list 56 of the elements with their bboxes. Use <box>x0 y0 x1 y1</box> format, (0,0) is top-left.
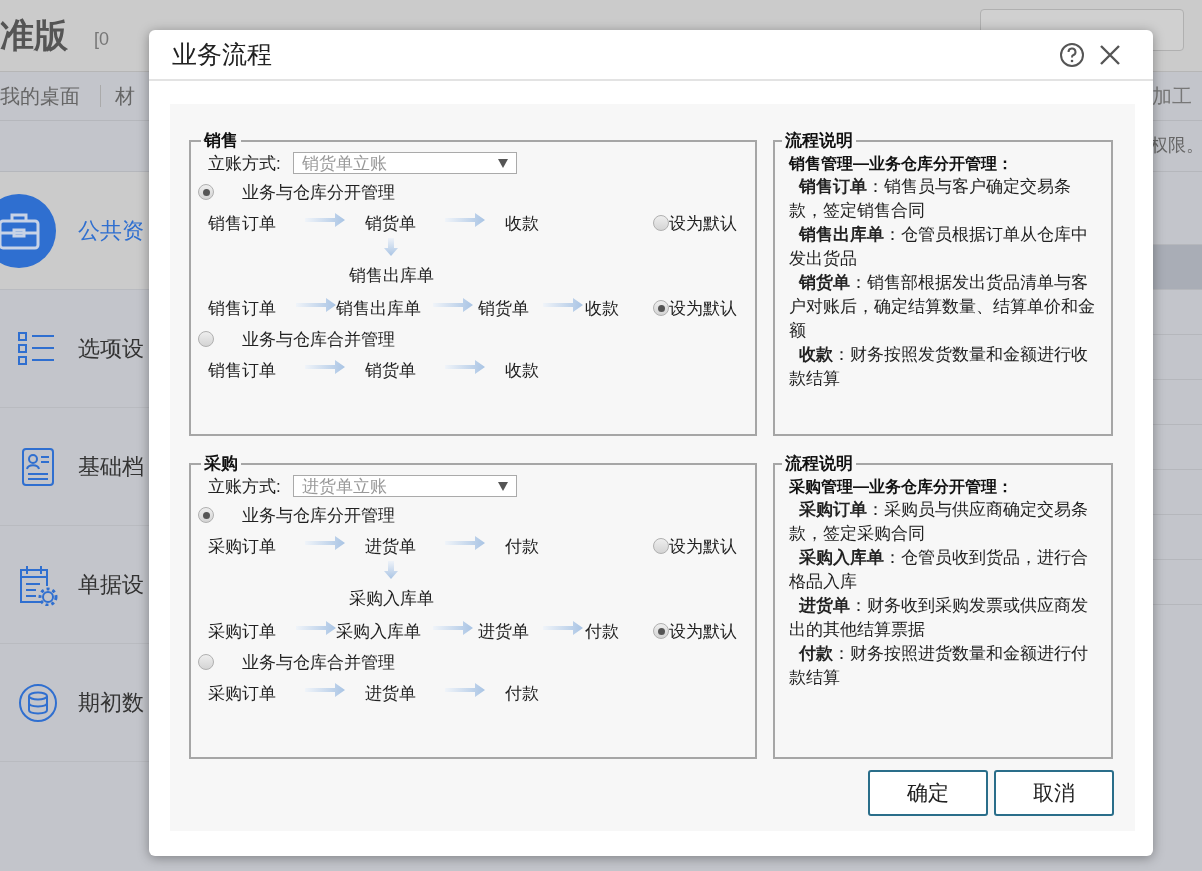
dialog-button[interactable]: 确定 <box>868 770 988 816</box>
app-title: 准版 <box>0 14 68 56</box>
flow-step: 付款 <box>585 619 619 643</box>
description-text: 进货单：财务收到采购发票或供应商发出的其他结算票据 <box>789 595 1089 641</box>
dropdown[interactable]: 进货单立账 <box>292 475 517 497</box>
flow-step: 采购入库单 <box>336 619 433 643</box>
description-text: 付款：财务按照进货数量和金额进行付款结算 <box>789 643 1089 689</box>
description-heading: 采购管理—业务仓库分开管理： <box>789 477 1014 497</box>
field-label: 立账方式: <box>208 152 281 175</box>
flow-step: 付款 <box>505 681 539 705</box>
dialog-button[interactable]: 取消 <box>994 770 1114 816</box>
flow-step: 收款 <box>585 296 619 320</box>
flow-step: 销货单 <box>365 211 445 235</box>
flow-step: 收款 <box>505 211 539 235</box>
group-title: 采购 <box>203 453 239 475</box>
group-title: 销售 <box>202 130 239 152</box>
radio-label: 设为默认 <box>669 535 737 558</box>
flow-step: 销售订单 <box>208 211 305 235</box>
description-text: 采购订单：采购员与供应商确定交易条款，签定采购合同 <box>789 499 1089 545</box>
flow-step: 收款 <box>505 358 539 382</box>
flow-step: 采购订单 <box>208 619 296 643</box>
flow-step: 采购订单 <box>208 681 305 705</box>
description-heading: 销售管理—业务仓库分开管理： <box>789 154 1014 174</box>
radio-label: 业务与仓库分开管理 <box>242 181 395 204</box>
flow-step: 采购入库单 <box>348 587 434 610</box>
flow-step: 销售出库单 <box>348 264 434 287</box>
group-title: 流程说明 <box>784 453 854 475</box>
flow-step: 销售出库单 <box>336 296 433 320</box>
description-text: 销售出库单：仓管员根据订单从仓库中发出货品 <box>789 224 1089 270</box>
group-title: 流程说明 <box>784 130 854 152</box>
flow-step: 进货单 <box>365 534 445 558</box>
field-label: 立账方式: <box>208 475 281 498</box>
nav-tab[interactable]: 我的桌面 <box>0 82 80 110</box>
description-text: 收款：财务按照发货数量和金额进行收款结算 <box>789 344 1089 390</box>
description-text: 采购入库单：仓管员收到货品，进行合格品入库 <box>789 547 1089 593</box>
description-text: 销货单：销售部根据发出货品清单与客户对账后，确定结算数量、结算单价和金额 <box>789 272 1096 342</box>
dropdown[interactable]: 销货单立账 <box>292 152 517 174</box>
radio-label: 业务与仓库合并管理 <box>242 328 395 351</box>
description-text: 销售订单：销售员与客户确定交易条款，签定销售合同 <box>789 176 1072 222</box>
account-code: [0 <box>94 29 109 50</box>
radio-label: 设为默认 <box>669 620 737 643</box>
flow-step: 销售订单 <box>208 296 296 320</box>
flow-step: 销售订单 <box>208 358 305 382</box>
flow-step: 销货单 <box>478 296 543 320</box>
flow-step: 进货单 <box>365 681 445 705</box>
flow-step: 采购订单 <box>208 534 305 558</box>
nav-tab[interactable]: 材 <box>115 82 135 110</box>
radio-label: 设为默认 <box>669 297 737 320</box>
radio-label: 设为默认 <box>669 212 737 235</box>
radio-label: 业务与仓库分开管理 <box>242 504 395 527</box>
flow-step: 销货单 <box>365 358 445 382</box>
radio-label: 业务与仓库合并管理 <box>242 651 395 674</box>
nav-tab[interactable]: 加工 <box>1152 82 1192 110</box>
dialog-title: 业务流程 <box>172 39 273 70</box>
flow-step: 付款 <box>505 534 539 558</box>
flow-step: 进货单 <box>478 619 543 643</box>
